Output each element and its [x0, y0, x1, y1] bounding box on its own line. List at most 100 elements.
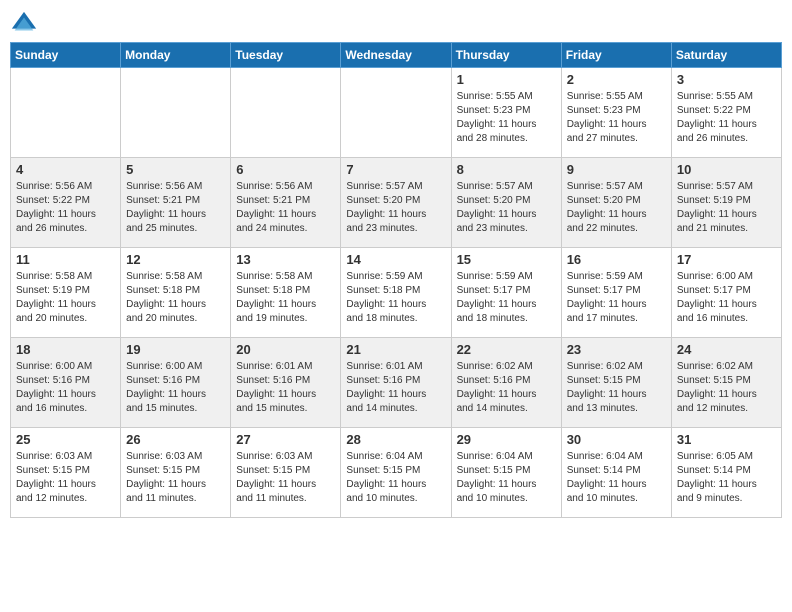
day-cell: 20 Sunrise: 6:01 AM Sunset: 5:16 PM Dayli… — [231, 338, 341, 428]
day-info: Sunrise: 6:04 AM Sunset: 5:15 PM Dayligh… — [457, 450, 556, 506]
day-info: Sunrise: 6:01 AM Sunset: 5:16 PM Dayligh… — [236, 360, 335, 416]
col-header-tuesday: Tuesday — [231, 43, 341, 68]
day-info: Sunrise: 5:55 AM Sunset: 5:23 PM Dayligh… — [567, 90, 666, 146]
day-number: 10 — [677, 162, 776, 177]
day-cell — [341, 68, 451, 158]
day-number: 23 — [567, 342, 666, 357]
day-info: Sunrise: 6:00 AM Sunset: 5:16 PM Dayligh… — [126, 360, 225, 416]
day-cell: 8 Sunrise: 5:57 AM Sunset: 5:20 PM Daylig… — [451, 158, 561, 248]
day-cell — [11, 68, 121, 158]
day-cell: 9 Sunrise: 5:57 AM Sunset: 5:20 PM Daylig… — [561, 158, 671, 248]
day-cell: 23 Sunrise: 6:02 AM Sunset: 5:15 PM Dayli… — [561, 338, 671, 428]
header-row: SundayMondayTuesdayWednesdayThursdayFrid… — [11, 43, 782, 68]
day-number: 7 — [346, 162, 445, 177]
day-number: 16 — [567, 252, 666, 267]
day-cell: 24 Sunrise: 6:02 AM Sunset: 5:15 PM Dayli… — [671, 338, 781, 428]
day-number: 8 — [457, 162, 556, 177]
day-info: Sunrise: 5:55 AM Sunset: 5:22 PM Dayligh… — [677, 90, 776, 146]
week-row-3: 11 Sunrise: 5:58 AM Sunset: 5:19 PM Dayli… — [11, 248, 782, 338]
day-info: Sunrise: 5:58 AM Sunset: 5:18 PM Dayligh… — [126, 270, 225, 326]
week-row-2: 4Sunrise: 5:56 AM Sunset: 5:22 PM Daylig… — [11, 158, 782, 248]
day-cell: 4Sunrise: 5:56 AM Sunset: 5:22 PM Daylig… — [11, 158, 121, 248]
day-info: Sunrise: 6:02 AM Sunset: 5:16 PM Dayligh… — [457, 360, 556, 416]
day-cell: 3 Sunrise: 5:55 AM Sunset: 5:22 PM Daylig… — [671, 68, 781, 158]
week-row-5: 25 Sunrise: 6:03 AM Sunset: 5:15 PM Dayli… — [11, 428, 782, 518]
col-header-monday: Monday — [121, 43, 231, 68]
day-number: 1 — [457, 72, 556, 87]
day-cell: 18Sunrise: 6:00 AM Sunset: 5:16 PM Dayli… — [11, 338, 121, 428]
day-number: 12 — [126, 252, 225, 267]
day-cell: 28 Sunrise: 6:04 AM Sunset: 5:15 PM Dayli… — [341, 428, 451, 518]
day-cell: 7 Sunrise: 5:57 AM Sunset: 5:20 PM Daylig… — [341, 158, 451, 248]
day-cell: 11 Sunrise: 5:58 AM Sunset: 5:19 PM Dayli… — [11, 248, 121, 338]
day-info: Sunrise: 5:58 AM Sunset: 5:19 PM Dayligh… — [16, 270, 115, 326]
day-cell: 10 Sunrise: 5:57 AM Sunset: 5:19 PM Dayli… — [671, 158, 781, 248]
day-number: 20 — [236, 342, 335, 357]
day-number: 27 — [236, 432, 335, 447]
day-info: Sunrise: 6:00 AM Sunset: 5:17 PM Dayligh… — [677, 270, 776, 326]
day-info: Sunrise: 5:55 AM Sunset: 5:23 PM Dayligh… — [457, 90, 556, 146]
day-cell: 12 Sunrise: 5:58 AM Sunset: 5:18 PM Dayli… — [121, 248, 231, 338]
day-number: 18 — [16, 342, 115, 357]
day-number: 15 — [457, 252, 556, 267]
day-cell: 27 Sunrise: 6:03 AM Sunset: 5:15 PM Dayli… — [231, 428, 341, 518]
day-info: Sunrise: 5:59 AM Sunset: 5:17 PM Dayligh… — [567, 270, 666, 326]
day-number: 13 — [236, 252, 335, 267]
col-header-friday: Friday — [561, 43, 671, 68]
day-number: 17 — [677, 252, 776, 267]
day-cell — [121, 68, 231, 158]
day-info: Sunrise: 5:57 AM Sunset: 5:20 PM Dayligh… — [457, 180, 556, 236]
day-cell: 13 Sunrise: 5:58 AM Sunset: 5:18 PM Dayli… — [231, 248, 341, 338]
page-header — [10, 10, 782, 38]
day-number: 24 — [677, 342, 776, 357]
day-info: Sunrise: 5:58 AM Sunset: 5:18 PM Dayligh… — [236, 270, 335, 326]
day-number: 28 — [346, 432, 445, 447]
day-info: Sunrise: 6:04 AM Sunset: 5:14 PM Dayligh… — [567, 450, 666, 506]
day-cell: 29Sunrise: 6:04 AM Sunset: 5:15 PM Dayli… — [451, 428, 561, 518]
day-info: Sunrise: 6:05 AM Sunset: 5:14 PM Dayligh… — [677, 450, 776, 506]
day-info: Sunrise: 5:57 AM Sunset: 5:20 PM Dayligh… — [346, 180, 445, 236]
day-number: 30 — [567, 432, 666, 447]
col-header-thursday: Thursday — [451, 43, 561, 68]
day-cell: 31 Sunrise: 6:05 AM Sunset: 5:14 PM Dayli… — [671, 428, 781, 518]
day-cell: 6Sunrise: 5:56 AM Sunset: 5:21 PM Daylig… — [231, 158, 341, 248]
day-number: 25 — [16, 432, 115, 447]
logo — [10, 10, 42, 38]
day-number: 2 — [567, 72, 666, 87]
day-cell: 16 Sunrise: 5:59 AM Sunset: 5:17 PM Dayli… — [561, 248, 671, 338]
week-row-4: 18 Sunrise: 6:00 AM Sunset: 5:16 PM Dayli… — [11, 338, 782, 428]
day-info: Sunrise: 6:02 AM Sunset: 5:15 PM Dayligh… — [677, 360, 776, 416]
day-cell: 1 Sunrise: 5:55 AM Sunset: 5:23 PM Daylig… — [451, 68, 561, 158]
day-cell: 30 Sunrise: 6:04 AM Sunset: 5:14 PM Dayli… — [561, 428, 671, 518]
day-number: 31 — [677, 432, 776, 447]
day-cell: 15Sunrise: 5:59 AM Sunset: 5:17 PM Dayli… — [451, 248, 561, 338]
day-info: Sunrise: 6:04 AM Sunset: 5:15 PM Dayligh… — [346, 450, 445, 506]
logo-icon — [10, 10, 38, 38]
day-info: Sunrise: 6:02 AM Sunset: 5:15 PM Dayligh… — [567, 360, 666, 416]
day-info: Sunrise: 5:56 AM Sunset: 5:22 PM Dayligh… — [16, 180, 115, 236]
col-header-saturday: Saturday — [671, 43, 781, 68]
day-number: 3 — [677, 72, 776, 87]
day-info: Sunrise: 6:03 AM Sunset: 5:15 PM Dayligh… — [236, 450, 335, 506]
day-number: 14 — [346, 252, 445, 267]
day-cell: 2 Sunrise: 5:55 AM Sunset: 5:23 PM Daylig… — [561, 68, 671, 158]
col-header-wednesday: Wednesday — [341, 43, 451, 68]
day-number: 19 — [126, 342, 225, 357]
day-number: 5 — [126, 162, 225, 177]
day-info: Sunrise: 5:57 AM Sunset: 5:20 PM Dayligh… — [567, 180, 666, 236]
day-info: Sunrise: 6:03 AM Sunset: 5:15 PM Dayligh… — [126, 450, 225, 506]
day-cell — [231, 68, 341, 158]
day-cell: 21Sunrise: 6:01 AM Sunset: 5:16 PM Dayli… — [341, 338, 451, 428]
week-row-1: 1 Sunrise: 5:55 AM Sunset: 5:23 PM Daylig… — [11, 68, 782, 158]
day-cell: 19 Sunrise: 6:00 AM Sunset: 5:16 PM Dayli… — [121, 338, 231, 428]
day-number: 9 — [567, 162, 666, 177]
day-cell: 17 Sunrise: 6:00 AM Sunset: 5:17 PM Dayli… — [671, 248, 781, 338]
day-info: Sunrise: 5:59 AM Sunset: 5:18 PM Dayligh… — [346, 270, 445, 326]
col-header-sunday: Sunday — [11, 43, 121, 68]
day-number: 11 — [16, 252, 115, 267]
day-number: 6 — [236, 162, 335, 177]
day-cell: 5Sunrise: 5:56 AM Sunset: 5:21 PM Daylig… — [121, 158, 231, 248]
day-info: Sunrise: 5:57 AM Sunset: 5:19 PM Dayligh… — [677, 180, 776, 236]
day-cell: 22Sunrise: 6:02 AM Sunset: 5:16 PM Dayli… — [451, 338, 561, 428]
day-info: Sunrise: 6:01 AM Sunset: 5:16 PM Dayligh… — [346, 360, 445, 416]
